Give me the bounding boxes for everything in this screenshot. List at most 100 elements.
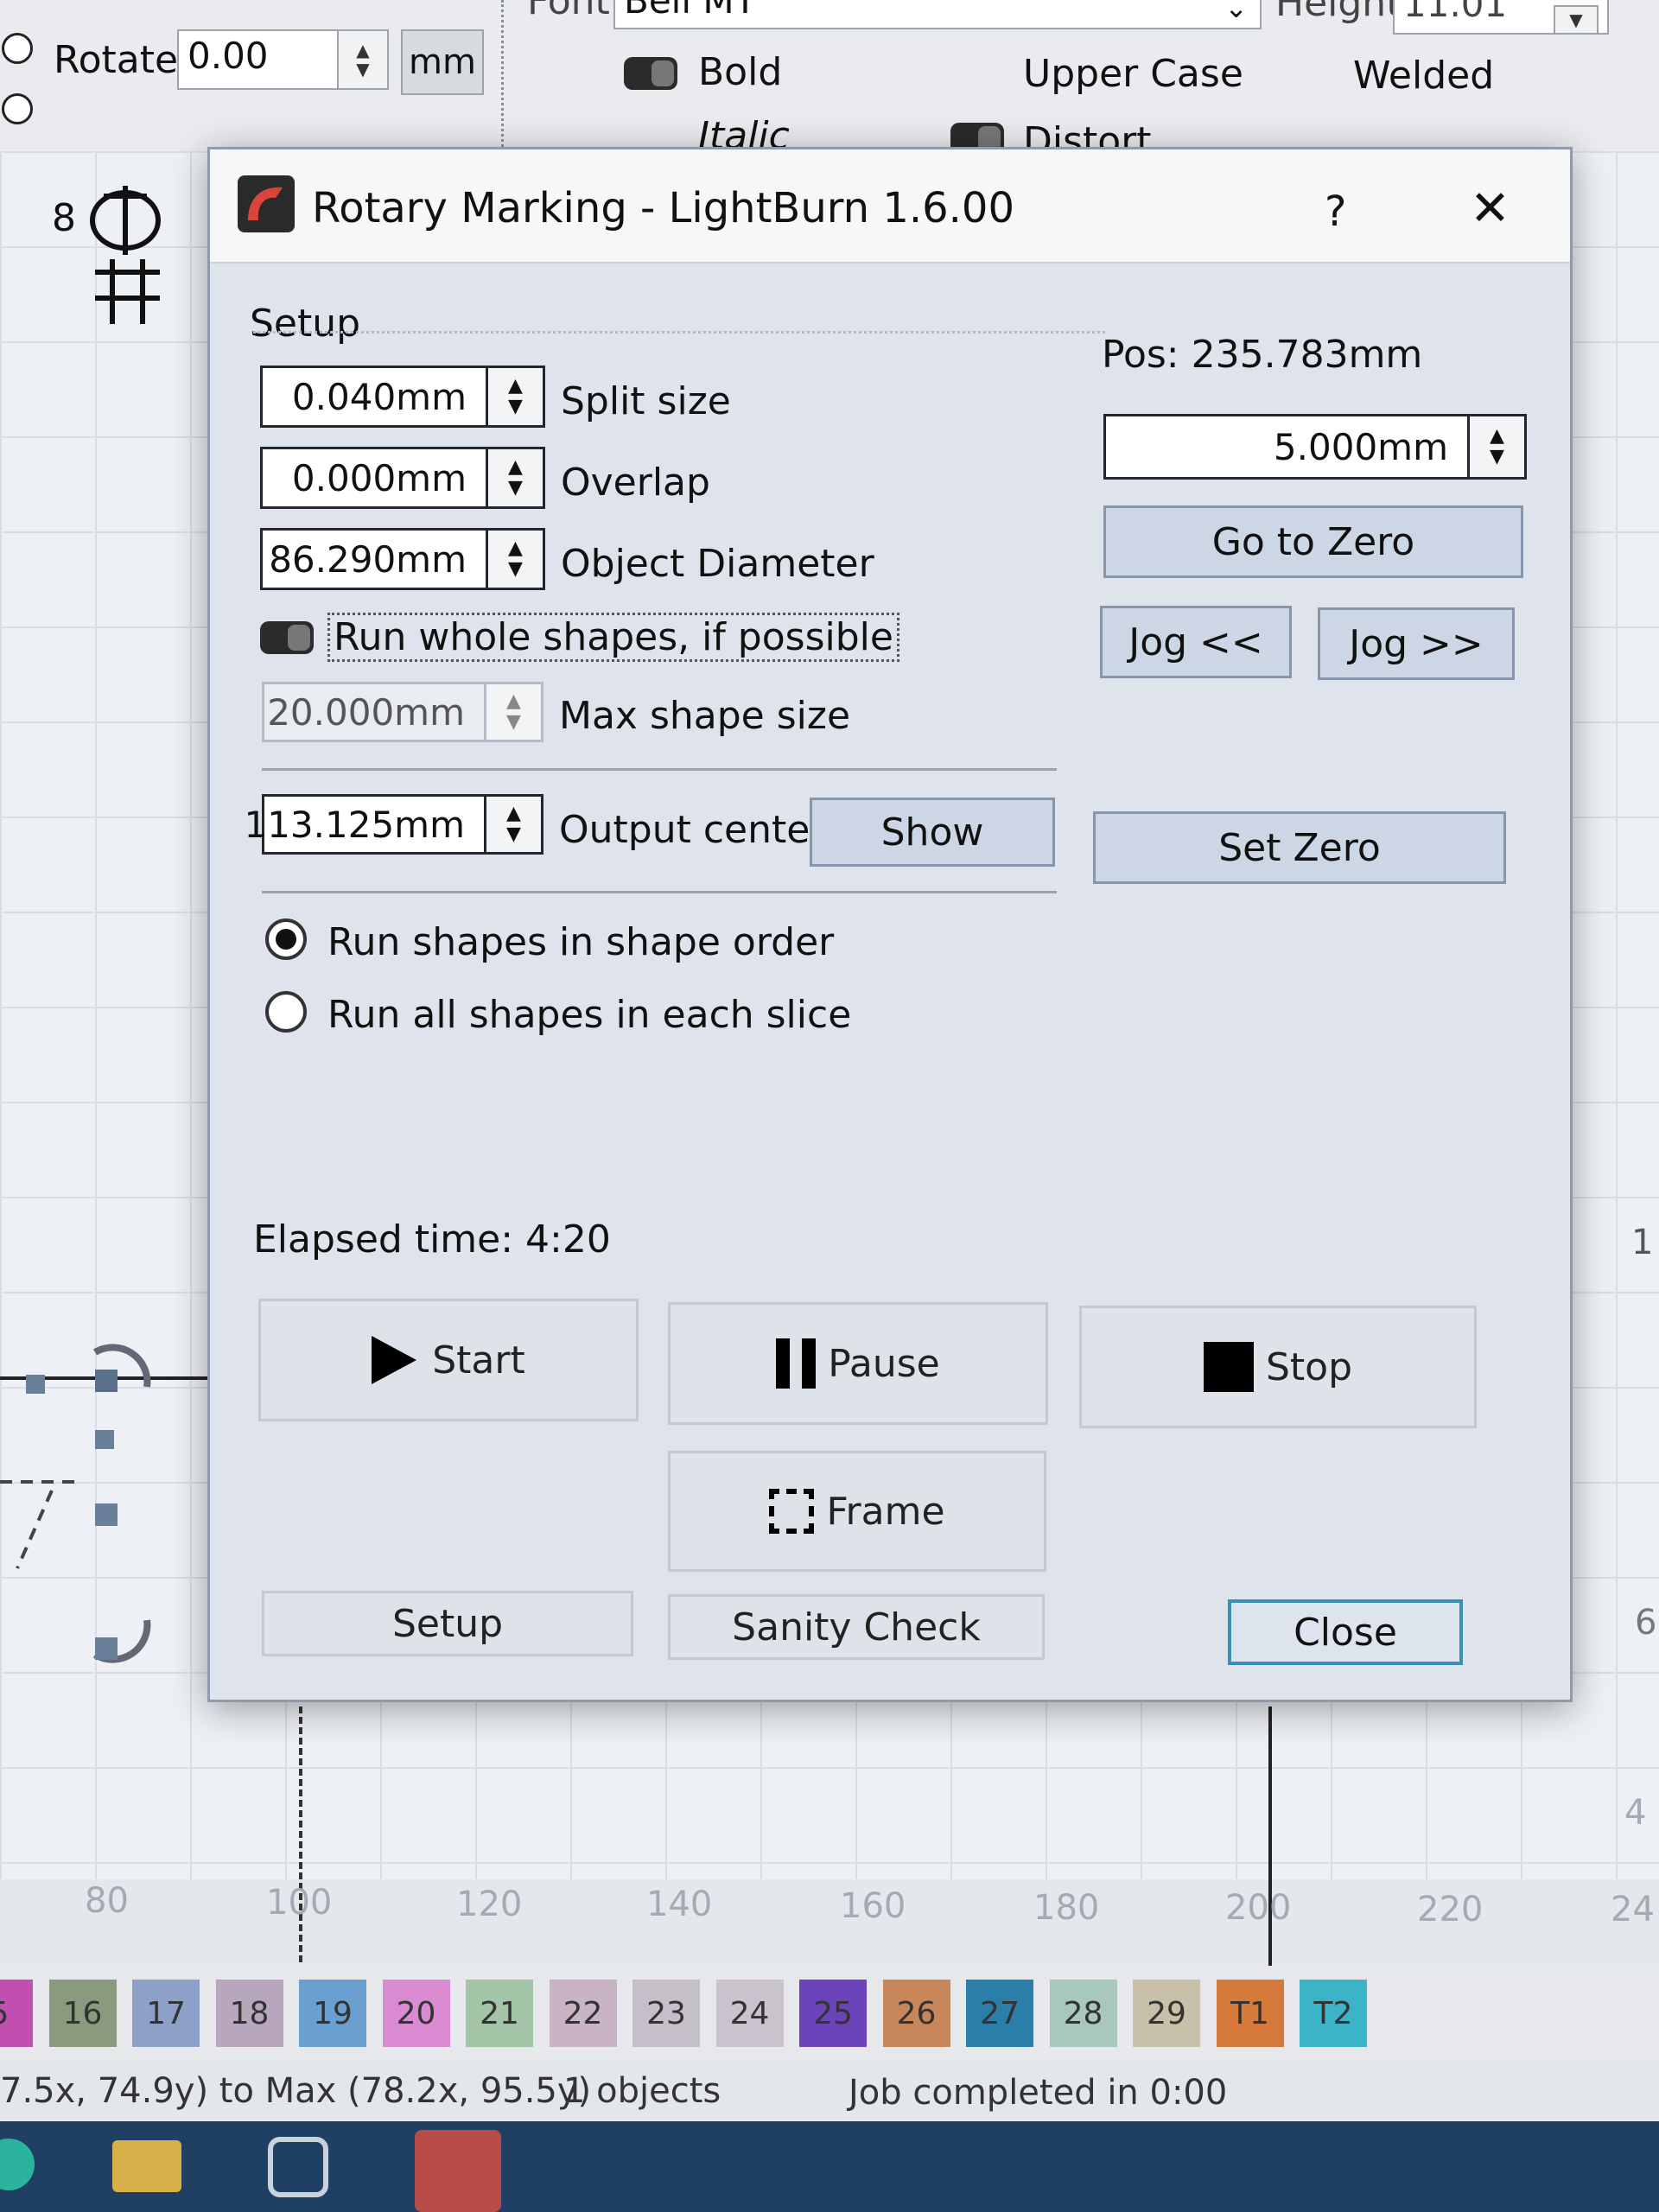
jog-distance-spinner[interactable]: ▲ ▼ bbox=[1467, 416, 1524, 477]
height-value: 11.01 bbox=[1403, 0, 1508, 25]
sanity-check-button[interactable]: Sanity Check bbox=[668, 1594, 1045, 1660]
rotary-marking-dialog: Rotary Marking - LightBurn 1.6.00 ? ✕ Se… bbox=[207, 147, 1573, 1702]
jog-distance-input[interactable]: 5.000mm ▲ ▼ bbox=[1103, 414, 1527, 480]
ruler-x-label: 200 bbox=[1225, 1888, 1292, 1928]
rotate-label: Rotate bbox=[54, 38, 179, 82]
setup-separator-2 bbox=[262, 891, 1057, 893]
text-options-toolbar: Rotate 0.00 ▲ ▼ mm Font Bell MT ⌄ Height … bbox=[0, 0, 1659, 254]
layer-swatch[interactable]: 26 bbox=[882, 1980, 950, 2047]
close-button[interactable]: Close bbox=[1228, 1599, 1463, 1665]
output-center-value: 113.125mm bbox=[244, 803, 465, 846]
folder-icon[interactable] bbox=[112, 2140, 181, 2192]
font-value: Bell MT bbox=[624, 0, 757, 22]
layer-swatch[interactable]: 5 bbox=[0, 1980, 33, 2047]
layer-swatch[interactable]: 24 bbox=[715, 1980, 784, 2047]
setup-group-label: Setup bbox=[250, 302, 361, 346]
layer-swatch[interactable]: 19 bbox=[299, 1980, 366, 2047]
run-whole-shapes-label[interactable]: Run whole shapes, if possible bbox=[327, 613, 899, 662]
layer-swatch[interactable]: 16 bbox=[48, 1980, 117, 2047]
layer-swatch[interactable]: 25 bbox=[799, 1980, 867, 2047]
frame-button[interactable]: Frame bbox=[668, 1451, 1046, 1572]
split-size-spinner[interactable]: ▲ ▼ bbox=[486, 368, 543, 425]
overlap-input[interactable]: 0.000mm ▲ ▼ bbox=[260, 447, 545, 509]
rotate-spinner[interactable]: ▲ ▼ bbox=[337, 31, 387, 88]
bold-toggle[interactable] bbox=[624, 57, 677, 90]
ruler-x-label: 140 bbox=[646, 1885, 713, 1924]
position-readout: Pos: 235.783mm bbox=[1102, 333, 1423, 377]
layer-swatch[interactable]: 18 bbox=[215, 1980, 283, 2047]
taskbar-app-icon[interactable] bbox=[0, 2139, 35, 2190]
layer-swatch[interactable]: 17 bbox=[132, 1980, 200, 2047]
rotate-value: 0.00 bbox=[188, 35, 269, 77]
bold-label: Bold bbox=[698, 50, 783, 94]
layer-swatch[interactable]: 20 bbox=[382, 1980, 450, 2047]
split-size-value: 0.040mm bbox=[291, 375, 467, 418]
overlap-label: Overlap bbox=[561, 461, 710, 505]
pause-label: Pause bbox=[828, 1341, 940, 1386]
run-whole-shapes-toggle[interactable] bbox=[260, 621, 314, 654]
pause-icon bbox=[776, 1338, 817, 1389]
ruler-x-label: 24 bbox=[1611, 1890, 1655, 1929]
stop-label: Stop bbox=[1265, 1344, 1353, 1389]
toolbar-radio-1[interactable] bbox=[2, 33, 33, 64]
chinese-text-object[interactable] bbox=[78, 177, 173, 333]
show-button[interactable]: Show bbox=[810, 798, 1055, 867]
set-zero-button[interactable]: Set Zero bbox=[1093, 811, 1506, 884]
max-shape-size-input[interactable]: 20.000mm ▲ ▼ bbox=[262, 682, 543, 742]
help-button[interactable]: ? bbox=[1325, 188, 1346, 236]
layer-swatch[interactable]: 28 bbox=[1049, 1980, 1117, 2047]
toolbar-radio-2[interactable] bbox=[2, 93, 33, 124]
canvas-left-label: 8 bbox=[52, 196, 76, 240]
stop-button[interactable]: Stop bbox=[1079, 1306, 1477, 1428]
max-shape-size-label: Max shape size bbox=[559, 694, 851, 738]
object-count: 1 objects bbox=[563, 2071, 721, 2111]
object-diameter-value: 86.290mm bbox=[269, 537, 467, 581]
status-bar: 7.5x, 74.9y) to Max (78.2x, 95.5y) 1 obj… bbox=[0, 2061, 1659, 2121]
layer-swatch[interactable]: 21 bbox=[466, 1980, 533, 2047]
selection-bounds: 7.5x, 74.9y) to Max (78.2x, 95.5y) bbox=[0, 2071, 592, 2111]
lightburn-taskbar-icon[interactable] bbox=[415, 2130, 501, 2212]
radio-each-slice[interactable] bbox=[265, 991, 307, 1033]
toolbar-divider bbox=[501, 0, 509, 151]
radio-shape-order-label[interactable]: Run shapes in shape order bbox=[327, 920, 834, 964]
layer-swatch[interactable]: 23 bbox=[632, 1980, 700, 2047]
jog-left-button[interactable]: Jog << bbox=[1100, 606, 1292, 678]
go-to-zero-button[interactable]: Go to Zero bbox=[1103, 505, 1523, 578]
pause-button[interactable]: Pause bbox=[668, 1302, 1048, 1425]
layer-palette: 51617181920212223242526272829T1T2 bbox=[0, 1966, 1659, 2061]
overlap-spinner[interactable]: ▲ ▼ bbox=[486, 449, 543, 506]
height-spinner[interactable]: ▼ bbox=[1554, 5, 1599, 35]
layer-swatch[interactable]: 27 bbox=[966, 1980, 1033, 2047]
selection-handles[interactable] bbox=[0, 1171, 225, 1724]
max-shape-size-spinner[interactable]: ▲ ▼ bbox=[484, 684, 541, 740]
split-size-input[interactable]: 0.040mm ▲ ▼ bbox=[260, 365, 545, 428]
setup-separator-1 bbox=[262, 768, 1057, 771]
start-button[interactable]: Start bbox=[258, 1299, 639, 1421]
os-taskbar bbox=[0, 2121, 1659, 2212]
rotate-input[interactable]: 0.00 ▲ ▼ bbox=[177, 29, 389, 90]
layer-swatch[interactable]: T1 bbox=[1216, 1980, 1284, 2047]
height-label: Height bbox=[1275, 0, 1402, 25]
app-c-icon[interactable] bbox=[268, 2137, 328, 2197]
job-status: Job completed in 0:00 bbox=[849, 2073, 1228, 2113]
welded-label: Welded bbox=[1353, 54, 1495, 98]
radio-shape-order[interactable] bbox=[265, 918, 307, 960]
object-diameter-label: Object Diameter bbox=[561, 542, 874, 586]
jog-right-button[interactable]: Jog >> bbox=[1318, 607, 1515, 680]
setup-button[interactable]: Setup bbox=[262, 1591, 633, 1656]
radio-each-slice-label[interactable]: Run all shapes in each slice bbox=[327, 993, 851, 1037]
play-icon bbox=[372, 1336, 417, 1384]
output-center-spinner[interactable]: ▲ ▼ bbox=[484, 797, 541, 852]
font-select[interactable]: Bell MT ⌄ bbox=[613, 0, 1262, 29]
lightburn-logo-icon bbox=[238, 175, 295, 232]
output-center-input[interactable]: 113.125mm ▲ ▼ bbox=[244, 794, 543, 855]
layer-swatch[interactable]: 22 bbox=[549, 1980, 617, 2047]
layer-swatch[interactable]: 29 bbox=[1133, 1980, 1200, 2047]
object-diameter-input[interactable]: 86.290mm ▲ ▼ bbox=[260, 528, 545, 590]
close-icon[interactable]: ✕ bbox=[1470, 181, 1510, 237]
ruler-x-label: 220 bbox=[1417, 1890, 1484, 1929]
ruler-x-label: 100 bbox=[266, 1883, 333, 1923]
unit-mm-button[interactable]: mm bbox=[401, 29, 484, 95]
layer-swatch[interactable]: T2 bbox=[1300, 1980, 1367, 2047]
object-diameter-spinner[interactable]: ▲ ▼ bbox=[486, 531, 543, 588]
